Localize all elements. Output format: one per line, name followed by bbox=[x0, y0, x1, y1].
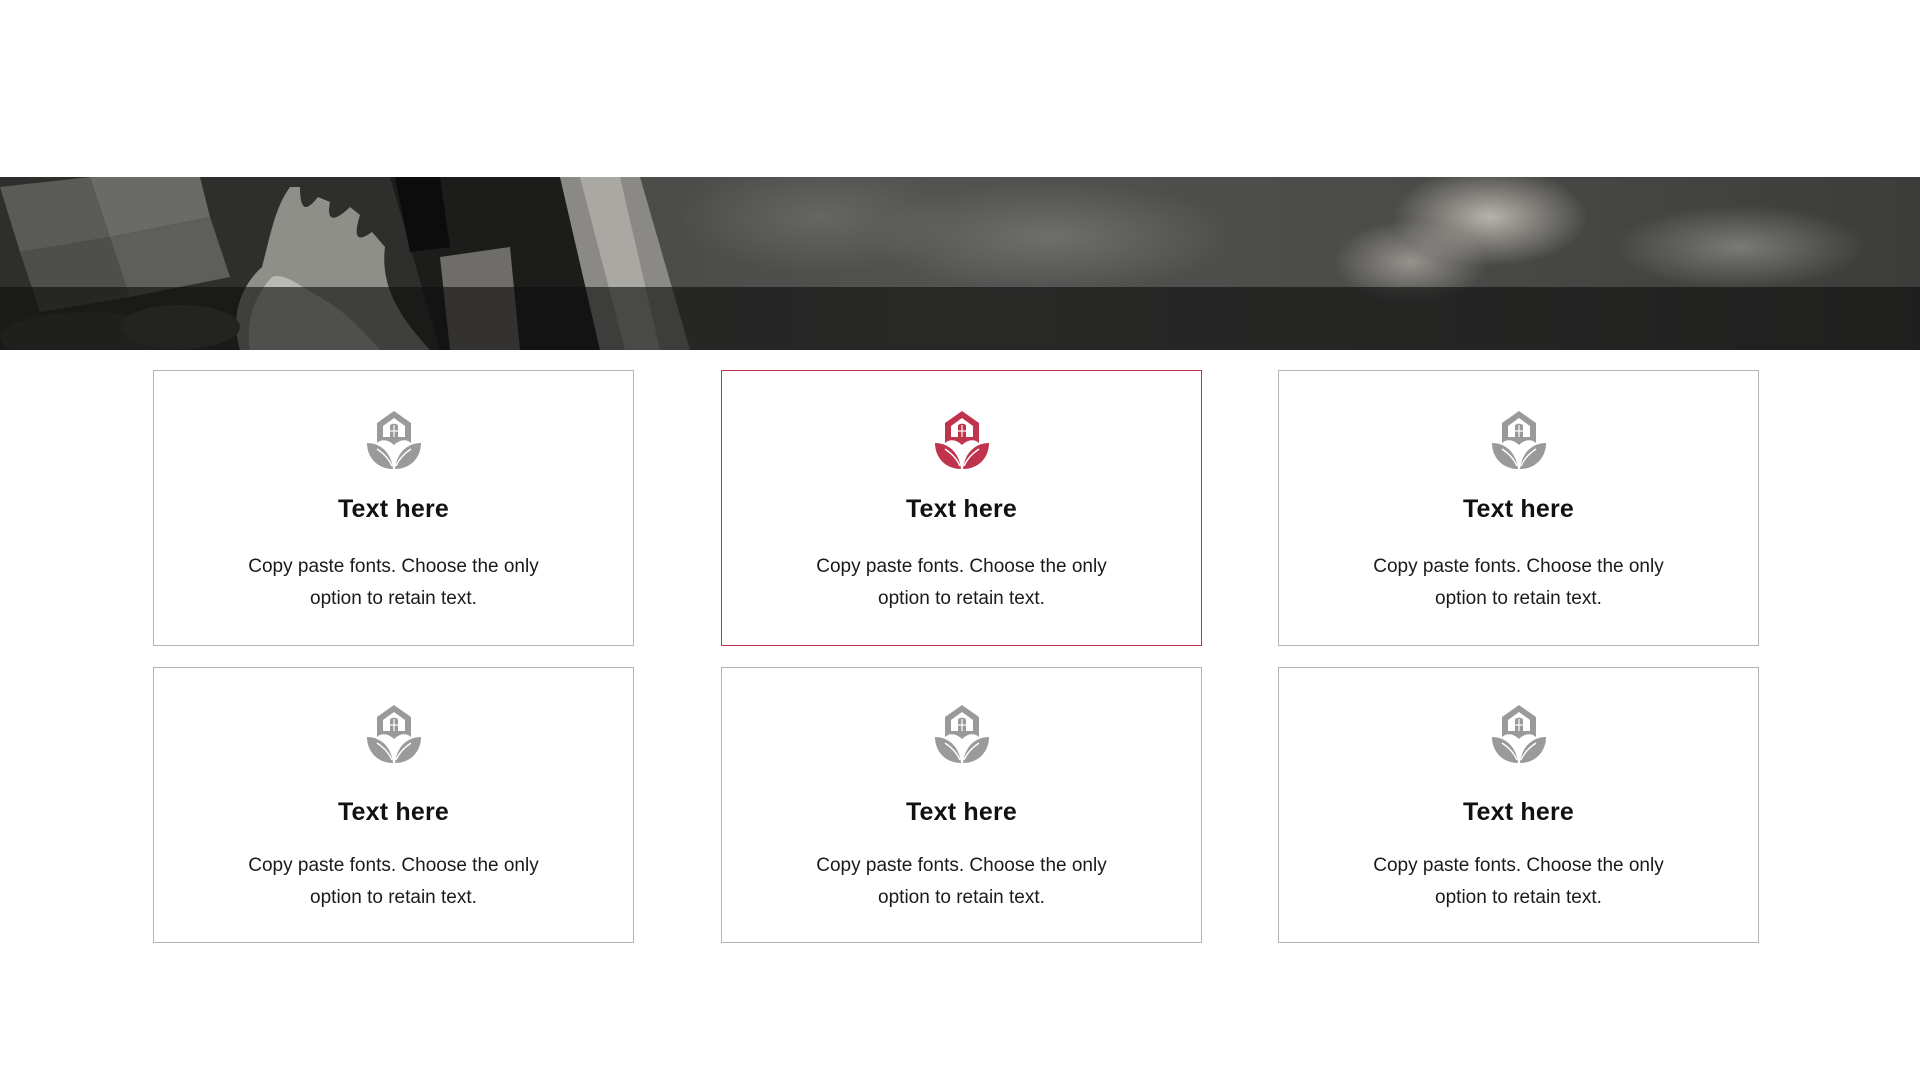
card-description-line: Copy paste fonts. Choose the only bbox=[816, 556, 1107, 577]
card-description: Copy paste fonts. Choose the only option … bbox=[797, 551, 1127, 615]
house-leaf-icon bbox=[1488, 703, 1550, 765]
feature-card: Text here Copy paste fonts. Choose the on… bbox=[721, 370, 1202, 646]
card-description: Copy paste fonts. Choose the only option … bbox=[1354, 551, 1684, 615]
card-description: Copy paste fonts. Choose the only option … bbox=[229, 551, 559, 615]
card-description-line: option to retain text. bbox=[878, 588, 1045, 609]
card-title: Text here bbox=[905, 495, 1018, 523]
card-title: Text here bbox=[905, 798, 1018, 826]
card-description: Copy paste fonts. Choose the only option … bbox=[797, 850, 1127, 914]
banner-shade bbox=[0, 287, 1920, 350]
card-title: Text here bbox=[337, 495, 450, 523]
card-description-line: Copy paste fonts. Choose the only bbox=[1373, 556, 1664, 577]
house-leaf-icon bbox=[931, 703, 993, 765]
card-description-line: option to retain text. bbox=[1435, 588, 1602, 609]
feature-card: Text here Copy paste fonts. Choose the on… bbox=[153, 370, 634, 646]
card-description-line: Copy paste fonts. Choose the only bbox=[248, 855, 539, 876]
house-leaf-icon bbox=[1488, 409, 1550, 471]
card-description-line: Copy paste fonts. Choose the only bbox=[816, 855, 1107, 876]
feature-card: Text here Copy paste fonts. Choose the on… bbox=[721, 667, 1202, 943]
house-leaf-icon bbox=[931, 409, 993, 471]
slide: Text here Copy paste fonts. Choose the on… bbox=[0, 0, 1920, 1080]
card-description-line: option to retain text. bbox=[878, 887, 1045, 908]
card-description: Copy paste fonts. Choose the only option … bbox=[229, 850, 559, 914]
card-description: Copy paste fonts. Choose the only option … bbox=[1354, 850, 1684, 914]
card-description-line: option to retain text. bbox=[1435, 887, 1602, 908]
card-description-line: option to retain text. bbox=[310, 887, 477, 908]
house-leaf-icon bbox=[363, 703, 425, 765]
house-leaf-icon bbox=[363, 409, 425, 471]
banner-image bbox=[0, 177, 1920, 350]
feature-card: Text here Copy paste fonts. Choose the on… bbox=[153, 667, 634, 943]
card-title: Text here bbox=[1462, 495, 1575, 523]
feature-card: Text here Copy paste fonts. Choose the on… bbox=[1278, 667, 1759, 943]
card-description-line: Copy paste fonts. Choose the only bbox=[1373, 855, 1664, 876]
card-title: Text here bbox=[337, 798, 450, 826]
card-title: Text here bbox=[1462, 798, 1575, 826]
card-description-line: Copy paste fonts. Choose the only bbox=[248, 556, 539, 577]
card-description-line: option to retain text. bbox=[310, 588, 477, 609]
feature-card: Text here Copy paste fonts. Choose the on… bbox=[1278, 370, 1759, 646]
